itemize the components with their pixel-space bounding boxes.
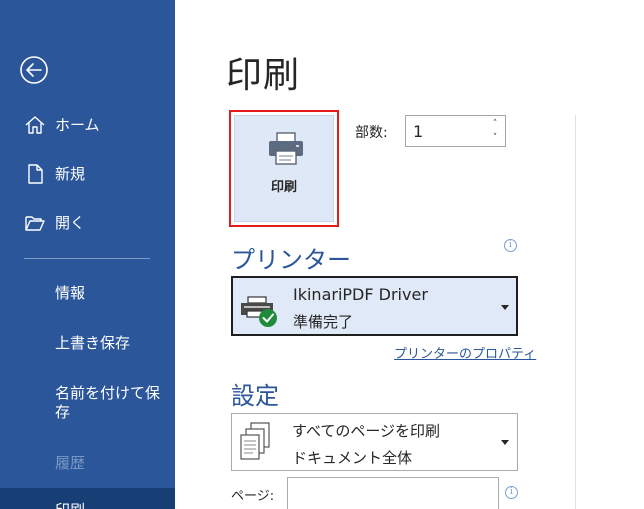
sidebar-item-label: 新規 bbox=[55, 164, 86, 183]
print-range-title: すべてのページを印刷 bbox=[292, 422, 441, 440]
print-range-dropdown[interactable]: すべてのページを印刷 ドキュメント全体 bbox=[231, 413, 518, 471]
open-folder-icon bbox=[25, 216, 45, 231]
print-range-subtitle: ドキュメント全体 bbox=[292, 449, 413, 467]
sidebar-item-label: ホーム bbox=[55, 115, 100, 134]
sidebar-item-save[interactable]: 上書き保存 bbox=[55, 334, 130, 353]
sidebar-item-home[interactable]: ホーム bbox=[0, 107, 175, 141]
sidebar-item-history: 履歴 bbox=[55, 454, 86, 472]
sidebar-item-new[interactable]: 新規 bbox=[0, 156, 175, 190]
print-preview-pane bbox=[576, 0, 644, 509]
copies-stepper: ˄ ˅ bbox=[405, 115, 506, 147]
print-button-label: 印刷 bbox=[270, 180, 297, 195]
printer-status: 準備完了 bbox=[293, 313, 354, 331]
backstage-sidebar: ホーム 新規 開く 情報 上書き保存 名前を付けて保 存 履歴 印刷 bbox=[0, 0, 175, 509]
sidebar-item-open[interactable]: 開く bbox=[0, 205, 175, 239]
page-title: 印刷 bbox=[226, 55, 301, 96]
pages-icon bbox=[240, 422, 270, 460]
pages-info-icon[interactable]: i bbox=[505, 486, 518, 499]
chevron-down-icon bbox=[501, 305, 509, 310]
sidebar-divider bbox=[24, 258, 150, 259]
copies-input[interactable] bbox=[406, 116, 490, 146]
sidebar-item-label: 印刷 bbox=[55, 501, 85, 509]
copies-increment-button[interactable]: ˄ bbox=[489, 118, 501, 131]
printer-info-icon[interactable]: i bbox=[504, 239, 517, 252]
settings-heading: 設定 bbox=[231, 382, 279, 410]
copies-label: 部数: bbox=[355, 125, 388, 141]
sidebar-item-label: 開く bbox=[55, 213, 86, 232]
sidebar-item-print[interactable]: 印刷 bbox=[0, 488, 175, 509]
back-arrow-icon bbox=[20, 56, 48, 84]
pages-label: ページ: bbox=[231, 489, 275, 504]
printer-heading: プリンター bbox=[231, 246, 351, 274]
print-button[interactable]: 印刷 bbox=[229, 110, 339, 227]
back-button[interactable] bbox=[19, 55, 49, 85]
new-document-icon bbox=[28, 164, 43, 184]
chevron-down-icon bbox=[501, 440, 509, 445]
printer-ready-icon bbox=[241, 296, 277, 327]
copies-decrement-button[interactable]: ˅ bbox=[489, 132, 501, 145]
printer-name: IkinariPDF Driver bbox=[293, 285, 428, 304]
pages-input[interactable] bbox=[287, 477, 499, 509]
sidebar-item-info[interactable]: 情報 bbox=[55, 284, 85, 303]
printer-icon bbox=[269, 132, 303, 165]
home-icon bbox=[25, 116, 45, 134]
printer-dropdown[interactable]: IkinariPDF Driver 準備完了 bbox=[231, 276, 518, 336]
printer-properties-link[interactable]: プリンターのプロパティ bbox=[394, 343, 536, 362]
sidebar-item-save-as[interactable]: 名前を付けて保 存 bbox=[55, 384, 165, 422]
